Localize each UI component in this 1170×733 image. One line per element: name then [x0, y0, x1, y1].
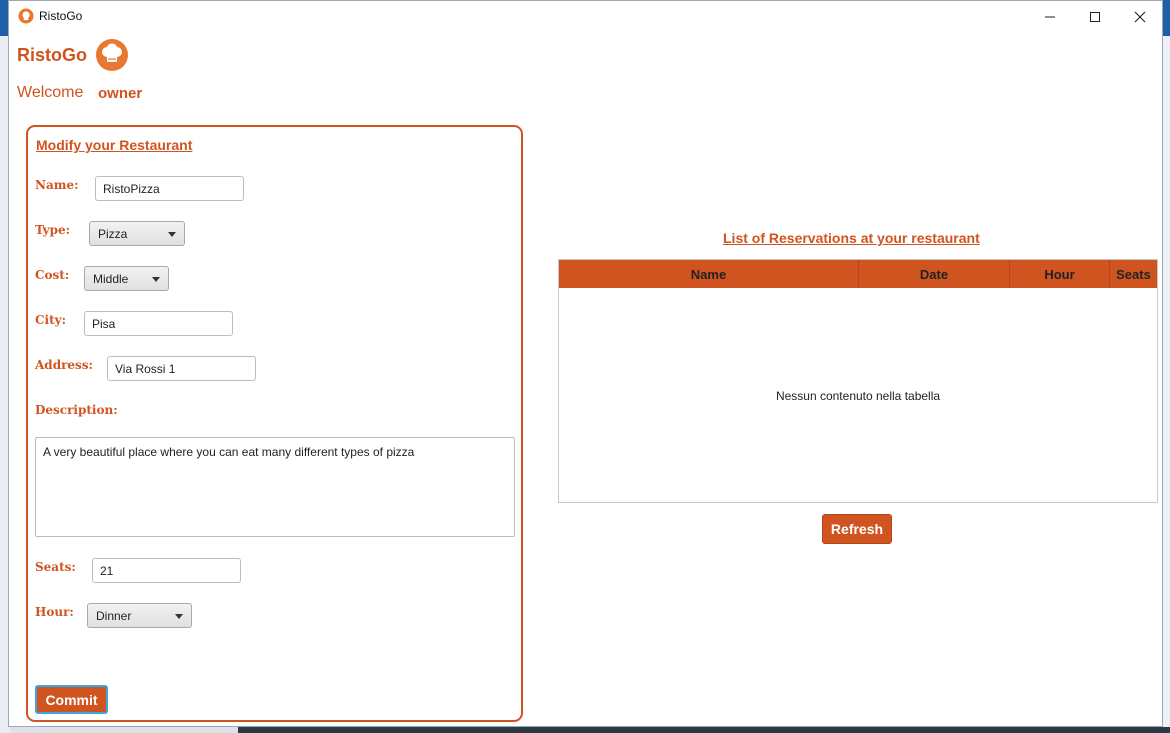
username: owner: [98, 85, 143, 102]
hour-select-value: Dinner: [96, 609, 132, 623]
brand-name: RistoGo: [17, 45, 87, 65]
minimize-icon: [1045, 16, 1055, 17]
chevron-down-icon: [175, 614, 183, 619]
type-select-value: Pizza: [98, 227, 128, 241]
chevron-down-icon: [152, 277, 160, 282]
city-label: City:: [35, 313, 67, 327]
cost-select-value: Middle: [93, 272, 129, 286]
refresh-button[interactable]: Refresh: [822, 514, 892, 544]
name-label: Name:: [35, 178, 79, 192]
commit-button[interactable]: Commit: [35, 685, 108, 714]
close-icon: [1134, 11, 1146, 22]
table-header: Name Date Hour Seats: [559, 260, 1157, 288]
description-label: Description:: [35, 403, 118, 417]
chef-hat-icon: [18, 8, 34, 24]
taskbar-strip: [238, 727, 1170, 733]
title-bar[interactable]: RistoGo: [9, 1, 1162, 32]
panel-title: Modify your Restaurant: [36, 137, 193, 153]
hour-select[interactable]: Dinner: [87, 603, 192, 628]
seats-label: Seats:: [35, 560, 76, 574]
app-window: RistoGo RistoGo Welcome owner Modify you…: [8, 0, 1163, 727]
type-label: Type:: [35, 223, 71, 237]
type-select[interactable]: Pizza: [89, 221, 185, 246]
column-header-date[interactable]: Date: [859, 260, 1010, 288]
table-empty-message: Nessun contenuto nella tabella: [775, 389, 941, 403]
cost-select[interactable]: Middle: [84, 266, 169, 291]
name-field[interactable]: RistoPizza: [95, 176, 244, 201]
cost-label: Cost:: [35, 268, 70, 282]
maximize-icon: [1090, 11, 1100, 22]
reservations-table[interactable]: Name Date Hour Seats Nessun contenuto ne…: [558, 259, 1158, 503]
column-header-hour[interactable]: Hour: [1010, 260, 1110, 288]
address-field[interactable]: Via Rossi 1: [107, 356, 256, 381]
window-title: RistoGo: [39, 9, 83, 23]
chevron-down-icon: [168, 232, 176, 237]
description-field[interactable]: A very beautiful place where you can eat…: [35, 437, 515, 537]
hour-label: Hour:: [35, 605, 74, 619]
seats-field[interactable]: 21: [92, 558, 241, 583]
column-header-seats[interactable]: Seats: [1110, 260, 1157, 288]
modify-restaurant-panel: Modify your Restaurant Name: RistoPizza …: [26, 125, 523, 722]
maximize-button[interactable]: [1072, 1, 1118, 32]
column-header-name[interactable]: Name: [559, 260, 859, 288]
welcome-label: Welcome: [17, 84, 84, 101]
city-field[interactable]: Pisa: [84, 311, 233, 336]
close-button[interactable]: [1117, 1, 1163, 32]
chef-hat-icon: [96, 39, 128, 71]
address-label: Address:: [35, 358, 93, 372]
minimize-button[interactable]: [1027, 1, 1073, 32]
reservations-title: List of Reservations at your restaurant: [723, 230, 980, 246]
